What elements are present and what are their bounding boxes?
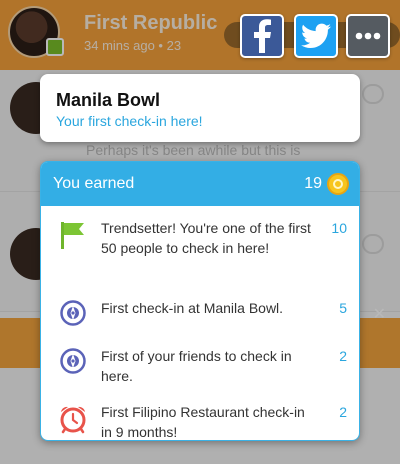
award-item: First of your friends to check in here. … [41,346,359,402]
earned-total-value: 19 [304,175,322,192]
more-options-button[interactable] [346,14,390,58]
award-item: First Filipino Restaurant check-in in 9 … [41,402,359,440]
award-text: First check-in at Manila Bowl. [101,300,284,316]
compass-badge-icon [55,298,91,326]
award-points: 2 [339,404,347,420]
award-text: Trendsetter! You're one of the first 50 … [101,220,311,256]
facebook-icon [254,19,271,53]
green-flag-icon [55,218,91,250]
facebook-share-button[interactable] [240,14,284,58]
earned-title: You earned [53,175,135,192]
alarm-clock-icon [55,402,91,434]
award-points: 5 [339,300,347,316]
award-list: Trendsetter! You're one of the first 50 … [41,206,359,440]
more-dots-icon [355,32,381,40]
award-text: First of your friends to check in here. [101,348,292,384]
award-text: First Filipino Restaurant check-in in 9 … [101,404,305,440]
award-points: 2 [339,348,347,364]
compass-badge-icon [55,346,91,374]
twitter-share-button[interactable] [294,14,338,58]
earned-panel: You earned 19 Trendsetter! You're one of… [40,161,360,441]
award-points: 10 [331,220,347,236]
award-item: First check-in at Manila Bowl. 5 [41,298,359,346]
venue-subtitle: Your first check-in here! [56,113,203,129]
earned-total: 19 [304,173,349,195]
twitter-icon [301,23,331,48]
venue-name: Manila Bowl [56,90,161,110]
earned-header: You earned 19 [41,162,359,206]
venue-card[interactable]: Manila Bowl Your first check-in here! [40,74,360,142]
award-item: Trendsetter! You're one of the first 50 … [41,218,359,298]
coin-icon [327,173,349,195]
